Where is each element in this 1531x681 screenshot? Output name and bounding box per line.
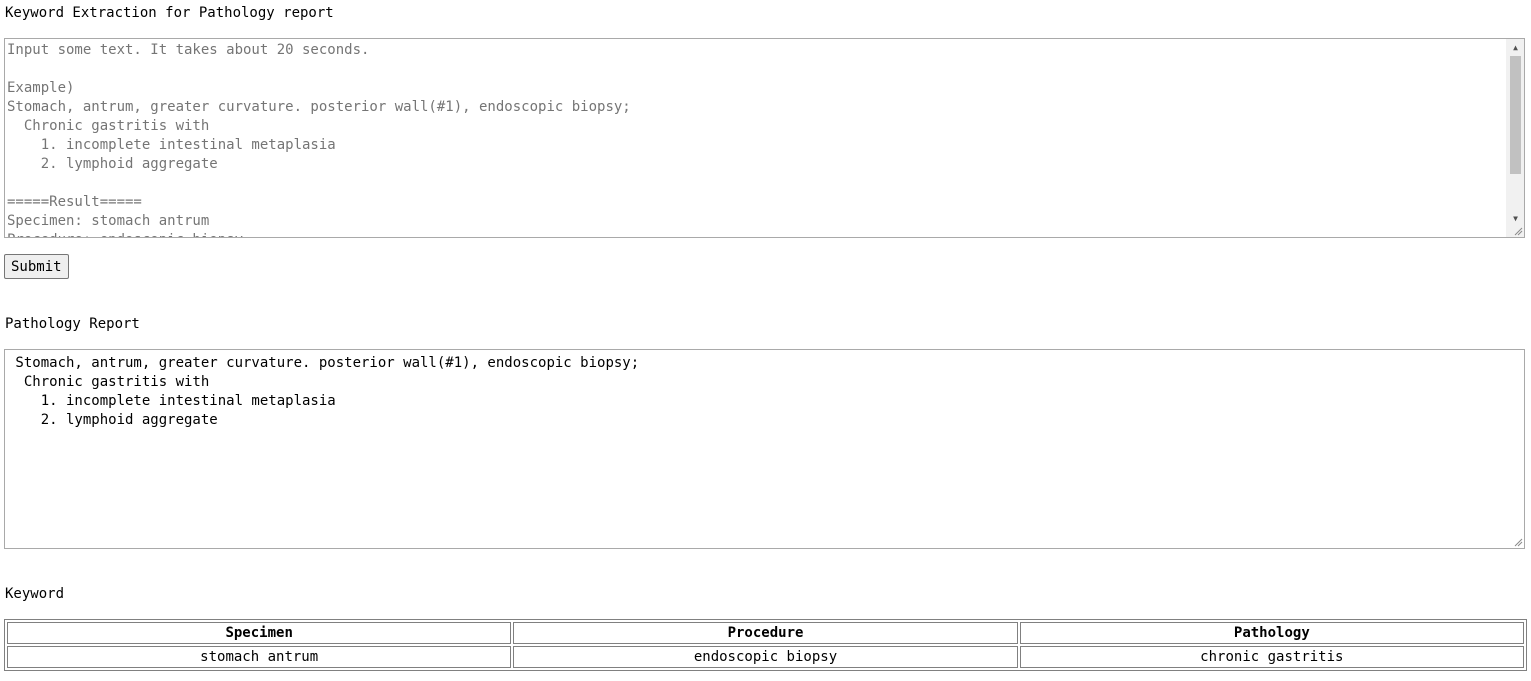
report-heading: Pathology Report (5, 316, 140, 332)
cell-pathology: chronic gastritis (1019, 646, 1524, 668)
report-value: Stomach, antrum, greater curvature. post… (15, 355, 640, 428)
input-textarea[interactable]: Input some text. It takes about 20 secon… (4, 38, 1525, 238)
resize-grip-icon[interactable] (1514, 227, 1523, 236)
keyword-table: Specimen Procedure Pathology stomach ant… (4, 619, 1527, 671)
column-header-pathology: Pathology (1019, 622, 1524, 644)
report-textarea[interactable]: Stomach, antrum, greater curvature. post… (4, 349, 1525, 549)
cell-specimen: stomach antrum (7, 646, 512, 668)
submit-button[interactable]: Submit (4, 254, 69, 279)
scroll-down-arrow-icon[interactable]: ▼ (1507, 210, 1524, 227)
scroll-thumb[interactable] (1510, 56, 1521, 174)
table-row: stomach antrum endoscopic biopsy chronic… (7, 646, 1524, 668)
page-title: Keyword Extraction for Pathology report (5, 5, 334, 21)
input-scrollbar[interactable]: ▲ ▼ (1506, 39, 1524, 237)
cell-procedure: endoscopic biopsy (513, 646, 1018, 668)
scroll-up-arrow-icon[interactable]: ▲ (1507, 39, 1524, 56)
input-placeholder: Input some text. It takes about 20 secon… (7, 42, 631, 237)
column-header-procedure: Procedure (513, 622, 1018, 644)
table-header-row: Specimen Procedure Pathology (7, 622, 1524, 644)
keyword-heading: Keyword (5, 586, 65, 602)
resize-grip-icon[interactable] (1514, 538, 1523, 547)
column-header-specimen: Specimen (7, 622, 512, 644)
